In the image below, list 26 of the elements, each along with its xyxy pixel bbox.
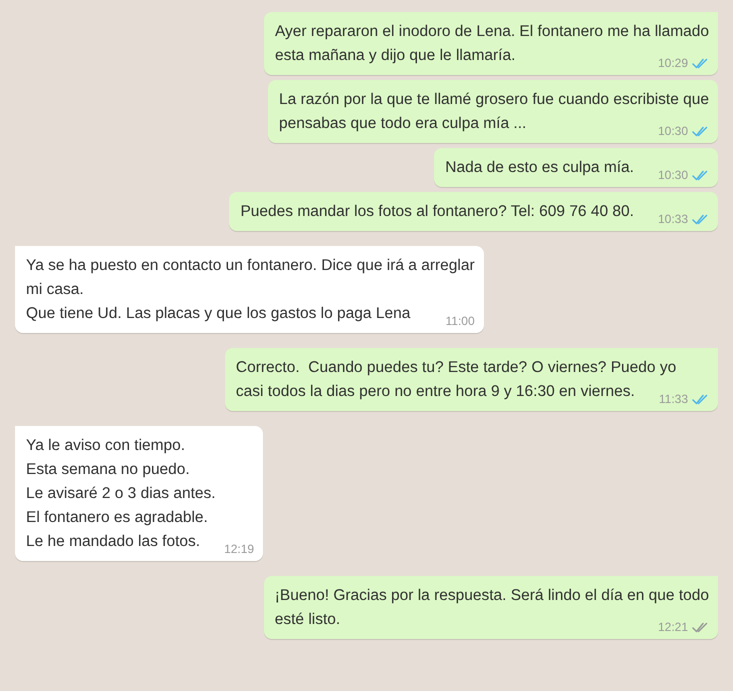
- message-text: Esta semana no puedo.: [26, 460, 191, 480]
- message-text: Nada de esto es culpa mía.: [445, 158, 634, 178]
- message-text: Ya se ha puesto en contacto un fontanero. Dice que irá a arreglar: [26, 256, 475, 276]
- message-time: 10:30: [658, 167, 688, 183]
- message-text: Ayer repararon el inodoro de Lena. El fontanero me ha llamado: [275, 22, 709, 42]
- message-text: esté listo.: [274, 610, 340, 630]
- message-text: Ya le aviso con tiempo.: [26, 436, 186, 456]
- message-text: ¡Bueno! Gracias por la respuesta. Será lindo el día en que todo: [274, 586, 709, 606]
- message-text: pensabas que todo era culpa mía ...: [279, 114, 526, 134]
- message-text: Puedes mandar los fotos al fontanero? Tel: 609 76 40 80.: [240, 202, 634, 222]
- message-text: Le he mandado las fotos.: [26, 532, 200, 552]
- message-time: 12:21: [658, 619, 688, 635]
- message-text: La razón por la que te llamé grosero fue cuando escribiste que: [279, 90, 709, 110]
- message-text: Que tiene Ud. Las placas y que los gastos lo paga Lena: [26, 304, 410, 324]
- message-text: casi todos la dias pero no entre hora 9 y 16:30 en viernes.: [236, 382, 635, 402]
- message-text: esta mañana y dijo que le llamaría.: [275, 46, 516, 66]
- message-time: 11:00: [446, 313, 475, 329]
- message-time: 10:30: [658, 123, 688, 139]
- message-time: 11:33: [658, 391, 688, 407]
- message-time: 10:33: [658, 211, 688, 227]
- message-text: mi casa.: [26, 280, 85, 300]
- message-text: El fontanero es agradable.: [26, 508, 209, 528]
- message-time: 12:19: [224, 541, 254, 557]
- message-text: Le avisaré 2 o 3 dias antes.: [26, 484, 217, 504]
- message-text: Correcto. Cuando puedes tu? Este tarde? O viernes? Puedo yo: [236, 358, 678, 378]
- message-time: 10:29: [658, 55, 688, 71]
